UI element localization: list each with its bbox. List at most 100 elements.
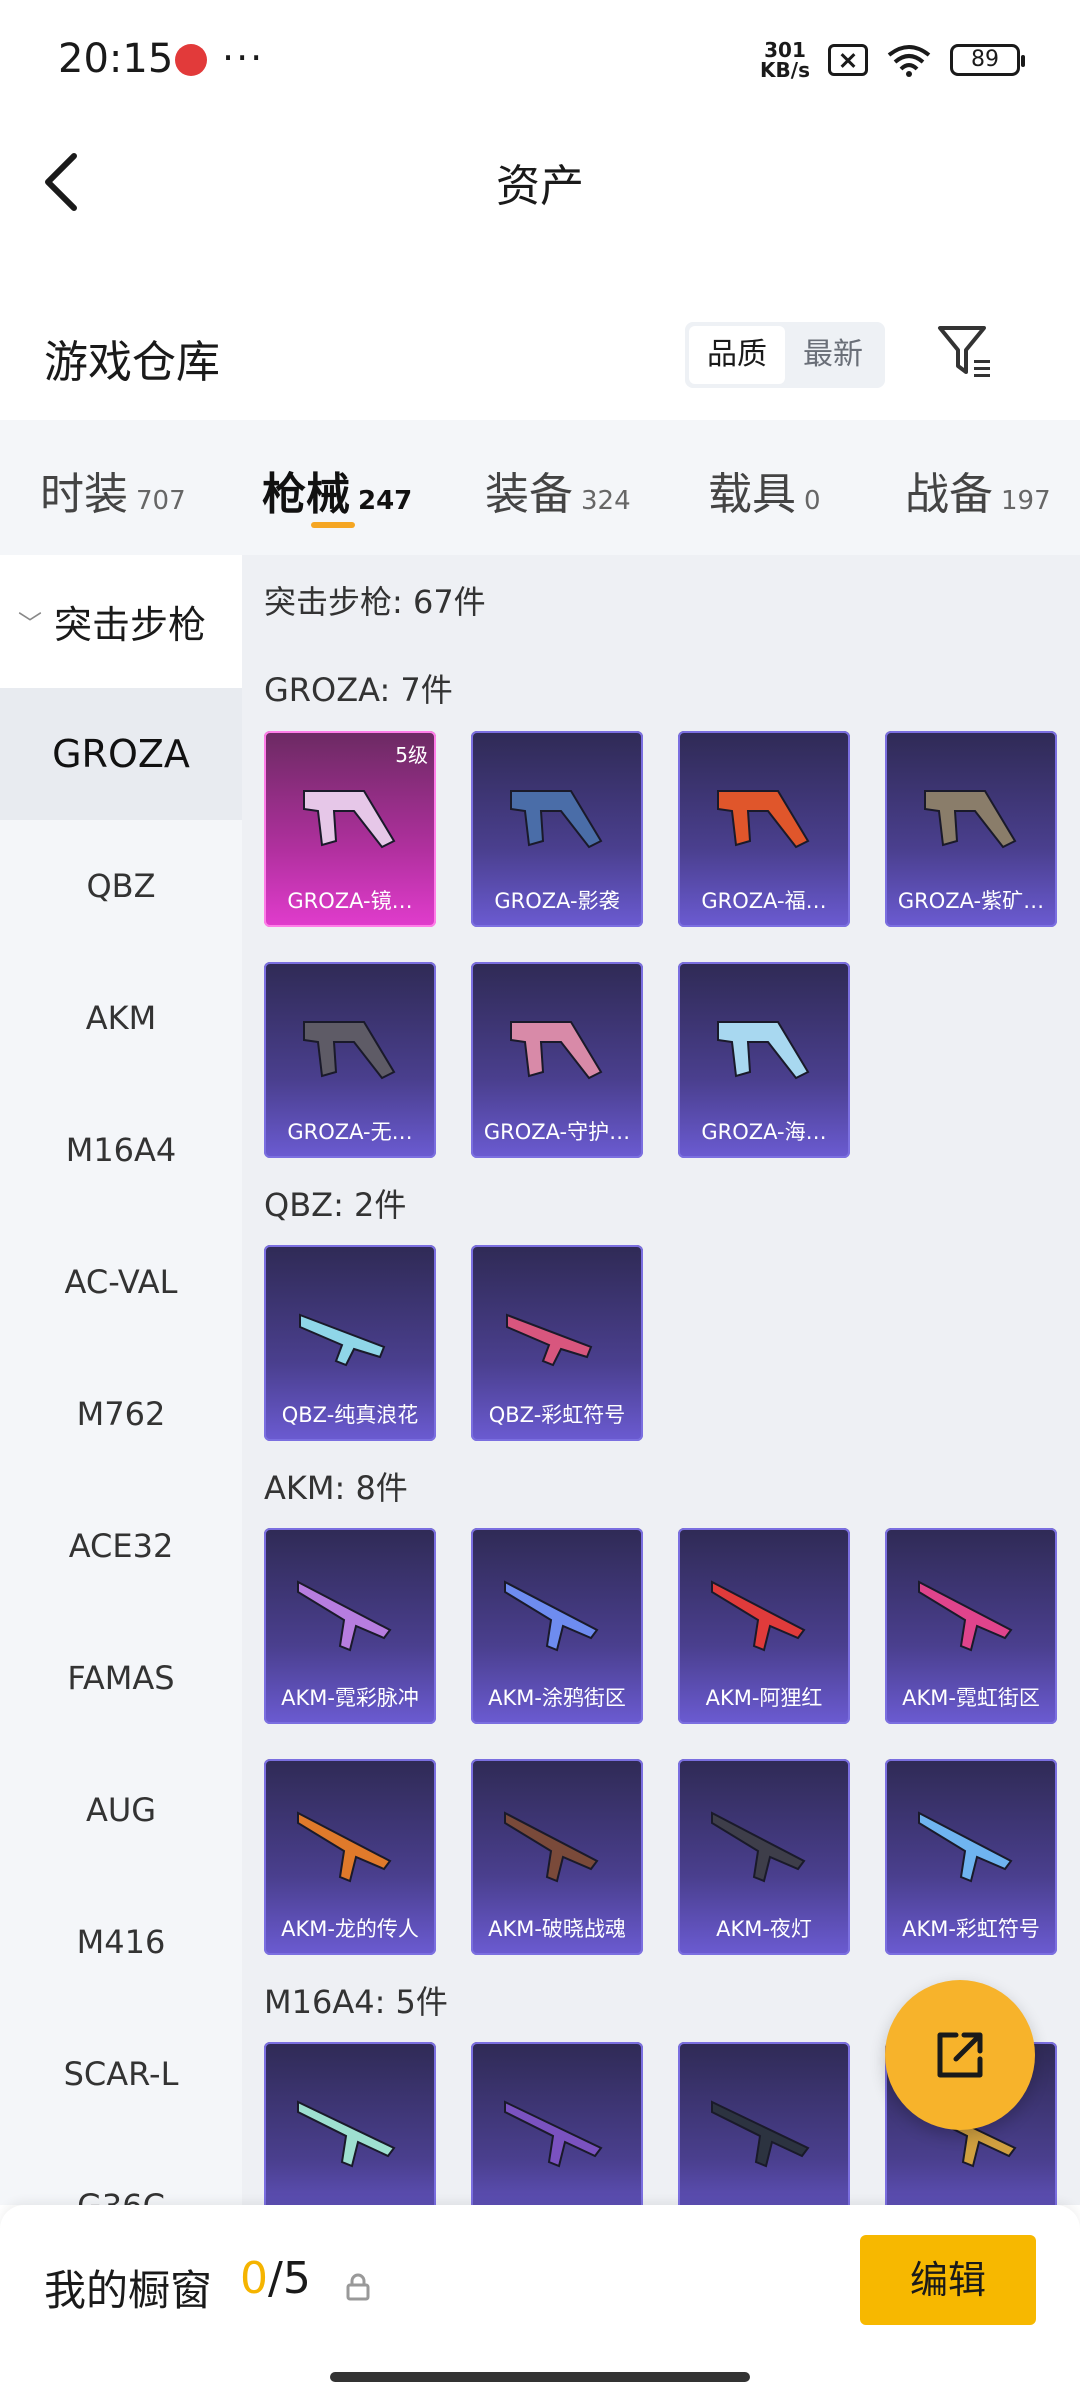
- tab-supplies[interactable]: 战备 197: [905, 458, 1051, 522]
- network-speed-value: 301: [764, 38, 806, 62]
- rifle-icon: [711, 2100, 810, 2168]
- weapon-card[interactable]: AKM-霓彩脉冲: [264, 1528, 436, 1724]
- rifle-icon: [510, 790, 603, 849]
- weapon-card[interactable]: QBZ-彩虹符号: [471, 1245, 643, 1441]
- showcase-bar: 我的橱窗 0/5 编辑: [0, 2205, 1080, 2400]
- rifle-icon: [303, 790, 396, 849]
- weapon-name: QBZ-纯真浪花: [281, 1403, 419, 1427]
- sort-toggle: 品质 最新: [685, 322, 885, 388]
- page-title: 资产: [496, 161, 584, 212]
- sort-quality-button[interactable]: 品质: [689, 326, 785, 384]
- sidebar-item-g36c[interactable]: G36C: [0, 2140, 242, 2205]
- filter-icon[interactable]: [936, 322, 994, 382]
- sidebar-group-label: 突击步枪: [54, 603, 207, 647]
- sidebar-item-m762[interactable]: M762: [0, 1348, 242, 1480]
- tab-firearms[interactable]: 枪械 247: [262, 458, 412, 522]
- weapon-card[interactable]: AKM-龙的传人: [264, 1759, 436, 1955]
- weapon-card[interactable]: AKM-破晓战魂: [471, 1759, 643, 1955]
- tab-outfits[interactable]: 时装 707: [40, 458, 186, 522]
- network-speed-unit: KB/s: [760, 58, 810, 82]
- home-indicator[interactable]: [330, 2372, 750, 2382]
- tab-count: 247: [358, 486, 413, 516]
- sidebar-item-scar-l[interactable]: SCAR-L: [0, 2008, 242, 2140]
- sidebar-item-groza[interactable]: GROZA: [0, 688, 242, 820]
- share-button[interactable]: [885, 1980, 1035, 2130]
- weapon-card[interactable]: AKM-霓虹街区: [885, 1528, 1057, 1724]
- weapon-name: GROZA-守护…: [483, 1120, 631, 1144]
- weapon-card[interactable]: GROZA-海…: [678, 962, 850, 1158]
- rifle-icon: [717, 790, 810, 849]
- weapon-card[interactable]: GROZA-紫矿…: [885, 731, 1057, 927]
- sidebar-item-m16a4[interactable]: M16A4: [0, 1084, 242, 1216]
- rifle-icon: [303, 1021, 396, 1080]
- no-sim-icon: [828, 44, 868, 76]
- weapon-name: AKM-龙的传人: [281, 1917, 419, 1941]
- weapon-card[interactable]: GROZA-影袭: [471, 731, 643, 927]
- weapon-name: AKM-阿狸红: [705, 1686, 823, 1710]
- category-summary: 突击步枪: 67件: [264, 583, 486, 621]
- tab-count: 324: [581, 486, 631, 516]
- weapon-name: AKM-涂鸦街区: [488, 1686, 626, 1710]
- tab-equipment[interactable]: 装备 324: [485, 458, 631, 522]
- weapon-name: GROZA-影袭: [494, 889, 620, 913]
- edit-button[interactable]: 编辑: [860, 2235, 1036, 2325]
- weapon-card[interactable]: AKM-阿狸红: [678, 1528, 850, 1724]
- tab-label: 装备: [485, 469, 573, 520]
- rifle-icon: [504, 1580, 599, 1652]
- sort-newest-button[interactable]: 最新: [785, 326, 881, 384]
- rifle-icon: [504, 2100, 603, 2168]
- weapon-card[interactable]: AKM-涂鸦街区: [471, 1528, 643, 1724]
- showcase-count: 0/5: [240, 2253, 311, 2304]
- weapon-card[interactable]: [264, 2042, 436, 2205]
- rifle-icon: [297, 2100, 396, 2168]
- more-notifications-icon: ···: [222, 36, 265, 80]
- sidebar-item-aug[interactable]: AUG: [0, 1744, 242, 1876]
- weapon-card[interactable]: AKM-彩虹符号: [885, 1759, 1057, 1955]
- sidebar-item-akm[interactable]: AKM: [0, 952, 242, 1084]
- weapon-name: GROZA-紫矿…: [897, 889, 1045, 913]
- rifle-icon: [711, 1580, 806, 1652]
- sidebar-item-m416[interactable]: M416: [0, 1876, 242, 2008]
- weapon-name: GROZA-海…: [701, 1120, 827, 1144]
- weapon-card[interactable]: [678, 2042, 850, 2205]
- battery-icon: 89: [950, 44, 1025, 76]
- weapon-card[interactable]: AKM-夜灯: [678, 1759, 850, 1955]
- warehouse-title: 游戏仓库: [44, 337, 220, 388]
- group-title-m16a4: M16A4: 5件: [264, 1983, 448, 2021]
- tab-label: 枪械: [262, 469, 350, 520]
- active-tab-indicator: [311, 522, 355, 528]
- showcase-total: /5: [268, 2253, 311, 2304]
- sidebar-item-ac-val[interactable]: AC-VAL: [0, 1216, 242, 1348]
- share-icon: [937, 2032, 983, 2078]
- status-bar: 20:15 ··· 301 KB/s 89: [0, 0, 1080, 130]
- weapon-name: AKM-破晓战魂: [488, 1917, 626, 1941]
- rifle-icon: [711, 1811, 806, 1883]
- showcase-current: 0: [240, 2253, 268, 2304]
- group-title-akm: AKM: 8件: [264, 1469, 408, 1507]
- sidebar-item-famas[interactable]: FAMAS: [0, 1612, 242, 1744]
- weapon-category-sidebar: ﹀ 突击步枪 GROZA QBZ AKM M16A4 AC-VAL M762 A…: [0, 555, 242, 2205]
- lock-icon: [346, 2273, 370, 2301]
- weapon-name: AKM-霓彩脉冲: [281, 1686, 419, 1710]
- sidebar-group-assault-rifles[interactable]: ﹀ 突击步枪: [0, 555, 242, 688]
- rifle-icon: [924, 790, 1017, 849]
- weapon-card[interactable]: [471, 2042, 643, 2205]
- weapon-card[interactable]: GROZA-无…: [264, 962, 436, 1158]
- weapon-name: GROZA-无…: [287, 1120, 413, 1144]
- rifle-icon: [297, 1811, 392, 1883]
- weapon-card[interactable]: QBZ-纯真浪花: [264, 1245, 436, 1441]
- tab-vehicles[interactable]: 载具 0: [708, 458, 821, 522]
- weapon-name: GROZA-镜…: [287, 889, 413, 913]
- group-title-groza: GROZA: 7件: [264, 671, 453, 709]
- group-title-qbz: QBZ: 2件: [264, 1186, 407, 1224]
- sidebar-item-qbz[interactable]: QBZ: [0, 820, 242, 952]
- level-badge: 5级: [395, 743, 428, 767]
- weapon-card[interactable]: GROZA-福…: [678, 731, 850, 927]
- weapon-name: GROZA-福…: [701, 889, 827, 913]
- rifle-icon: [297, 1580, 392, 1652]
- tab-count: 0: [804, 486, 821, 516]
- weapon-card[interactable]: 5级 GROZA-镜…: [264, 731, 436, 927]
- weapon-card[interactable]: GROZA-守护…: [471, 962, 643, 1158]
- rifle-icon: [299, 1313, 386, 1367]
- sidebar-item-ace32[interactable]: ACE32: [0, 1480, 242, 1612]
